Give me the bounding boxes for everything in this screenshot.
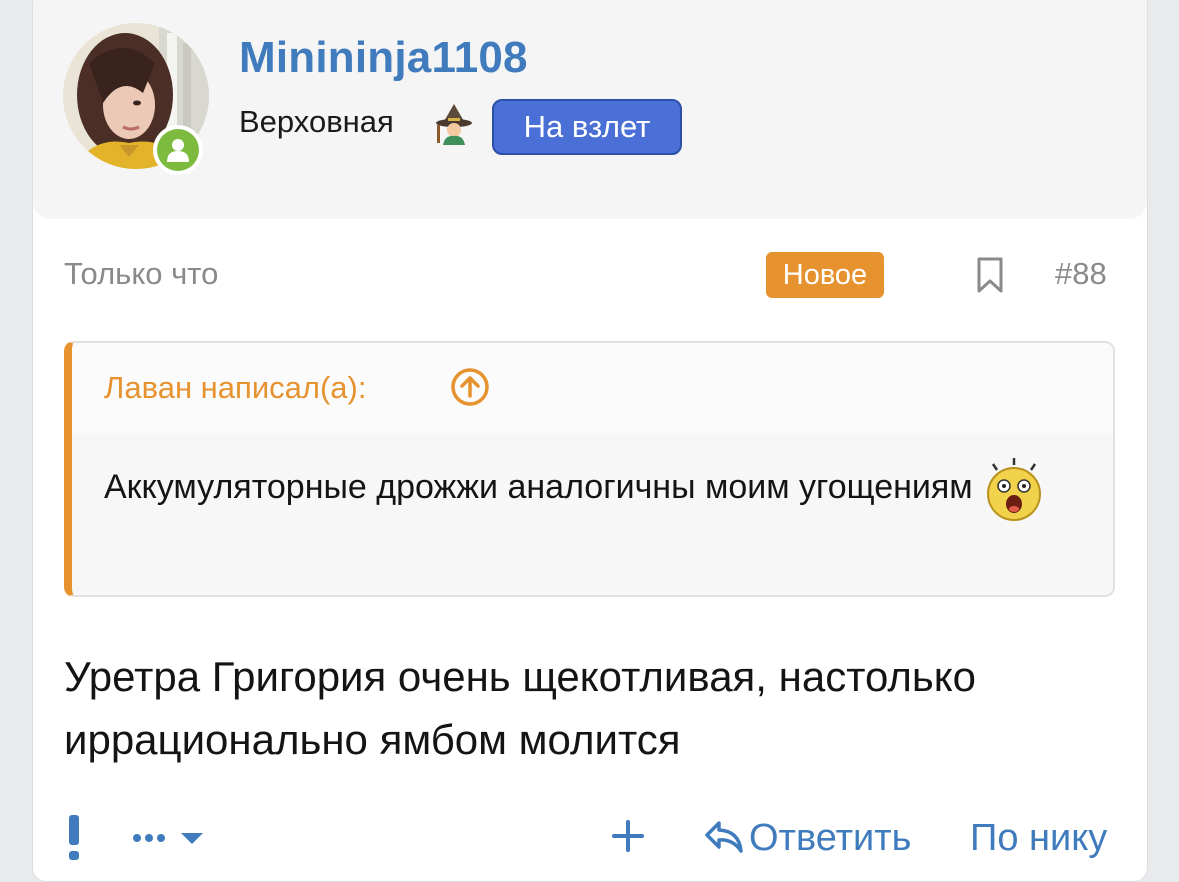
- quote-block: Лаван написал(а): Аккумуляторные дрожжи …: [64, 341, 1115, 597]
- bookmark-icon[interactable]: [975, 256, 1005, 294]
- reply-button[interactable]: Ответить: [749, 817, 911, 860]
- user-online-icon: [157, 129, 199, 171]
- arrow-up-circle-icon[interactable]: [450, 367, 490, 407]
- quote-author[interactable]: Лаван написал(а):: [104, 370, 366, 406]
- more-options-button[interactable]: [131, 825, 211, 851]
- shocked-smiley-icon: [981, 456, 1047, 522]
- online-status-badge: [153, 125, 203, 175]
- post-card: Minininja1108 Верховная На взлет Только …: [32, 0, 1148, 882]
- quote-text: Аккумуляторные дрожжи аналогичны моим уг…: [104, 468, 973, 506]
- quote-header: Лаван написал(а):: [72, 343, 1113, 433]
- multiquote-plus-button[interactable]: [611, 819, 645, 853]
- witch-emoji-icon: [435, 103, 473, 145]
- user-title: Верховная: [239, 104, 394, 139]
- post-number-link[interactable]: #88: [1055, 256, 1107, 292]
- reply-by-nick-button[interactable]: По нику: [970, 817, 1107, 860]
- username-link[interactable]: Minininja1108: [239, 33, 528, 83]
- new-badge: Новое: [766, 252, 884, 298]
- user-banner: На взлет: [492, 99, 682, 155]
- quote-content: Аккумуляторные дрожжи аналогичны моим уг…: [104, 455, 1064, 522]
- post-date[interactable]: Только что: [64, 256, 218, 292]
- post-user-header: Minininja1108 Верховная На взлет: [33, 0, 1147, 219]
- report-icon[interactable]: [67, 813, 81, 861]
- post-message: Уретра Григория очень щекотливая, настол…: [64, 653, 976, 763]
- reply-icon[interactable]: [703, 817, 745, 855]
